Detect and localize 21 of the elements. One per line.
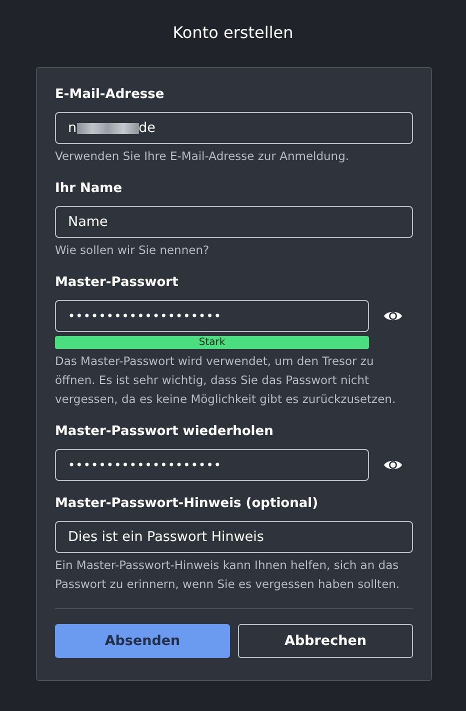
text-field[interactable]: Dies ist ein Passwort Hinweis [55, 521, 413, 553]
email-field[interactable]: n de [55, 112, 413, 144]
field-label: Master-Passwort wiederholen [55, 423, 274, 441]
strength-label: Stark [198, 336, 226, 349]
text-field[interactable]: Name [55, 206, 413, 238]
password-field[interactable]: •••••••••••••••••••• [55, 300, 369, 332]
field-label: Master-Passwort-Hinweis (optional) [55, 495, 320, 513]
field-label: E-Mail-Adresse [55, 86, 166, 104]
field-hint: Ein Master-Passwort-Hinweis kann Ihnen helfen, sich an das Passwort zu erinnern, wenn Sie es vergessen haben sollten. [55, 557, 401, 593]
field-hint: Verwenden Sie Ihre E-Mail-Adresse zur Anmeldung. [55, 148, 350, 165]
field-label: Master-Passwort [55, 274, 180, 292]
eye-icon[interactable] [383, 458, 403, 472]
cancel-button[interactable]: Abbrechen [238, 624, 413, 658]
field-hint: Das Master-Passwort wird verwendet, um den Tresor zu öffnen. Es ist sehr wichtig, dass Sie das Passwort nicht vergessen, da es keine Möglichkeit gibt es zurückzusetzen. [55, 353, 397, 408]
field-value: n de [68, 120, 156, 136]
page-title: Konto erstellen [172, 22, 294, 44]
field-hint: Wie sollen wir Sie nennen? [55, 242, 210, 259]
submit-button[interactable]: Absenden [55, 624, 230, 658]
eye-icon[interactable] [383, 309, 403, 323]
password-field[interactable]: •••••••••••••••••••• [55, 449, 369, 481]
field-label: Ihr Name [55, 180, 124, 198]
